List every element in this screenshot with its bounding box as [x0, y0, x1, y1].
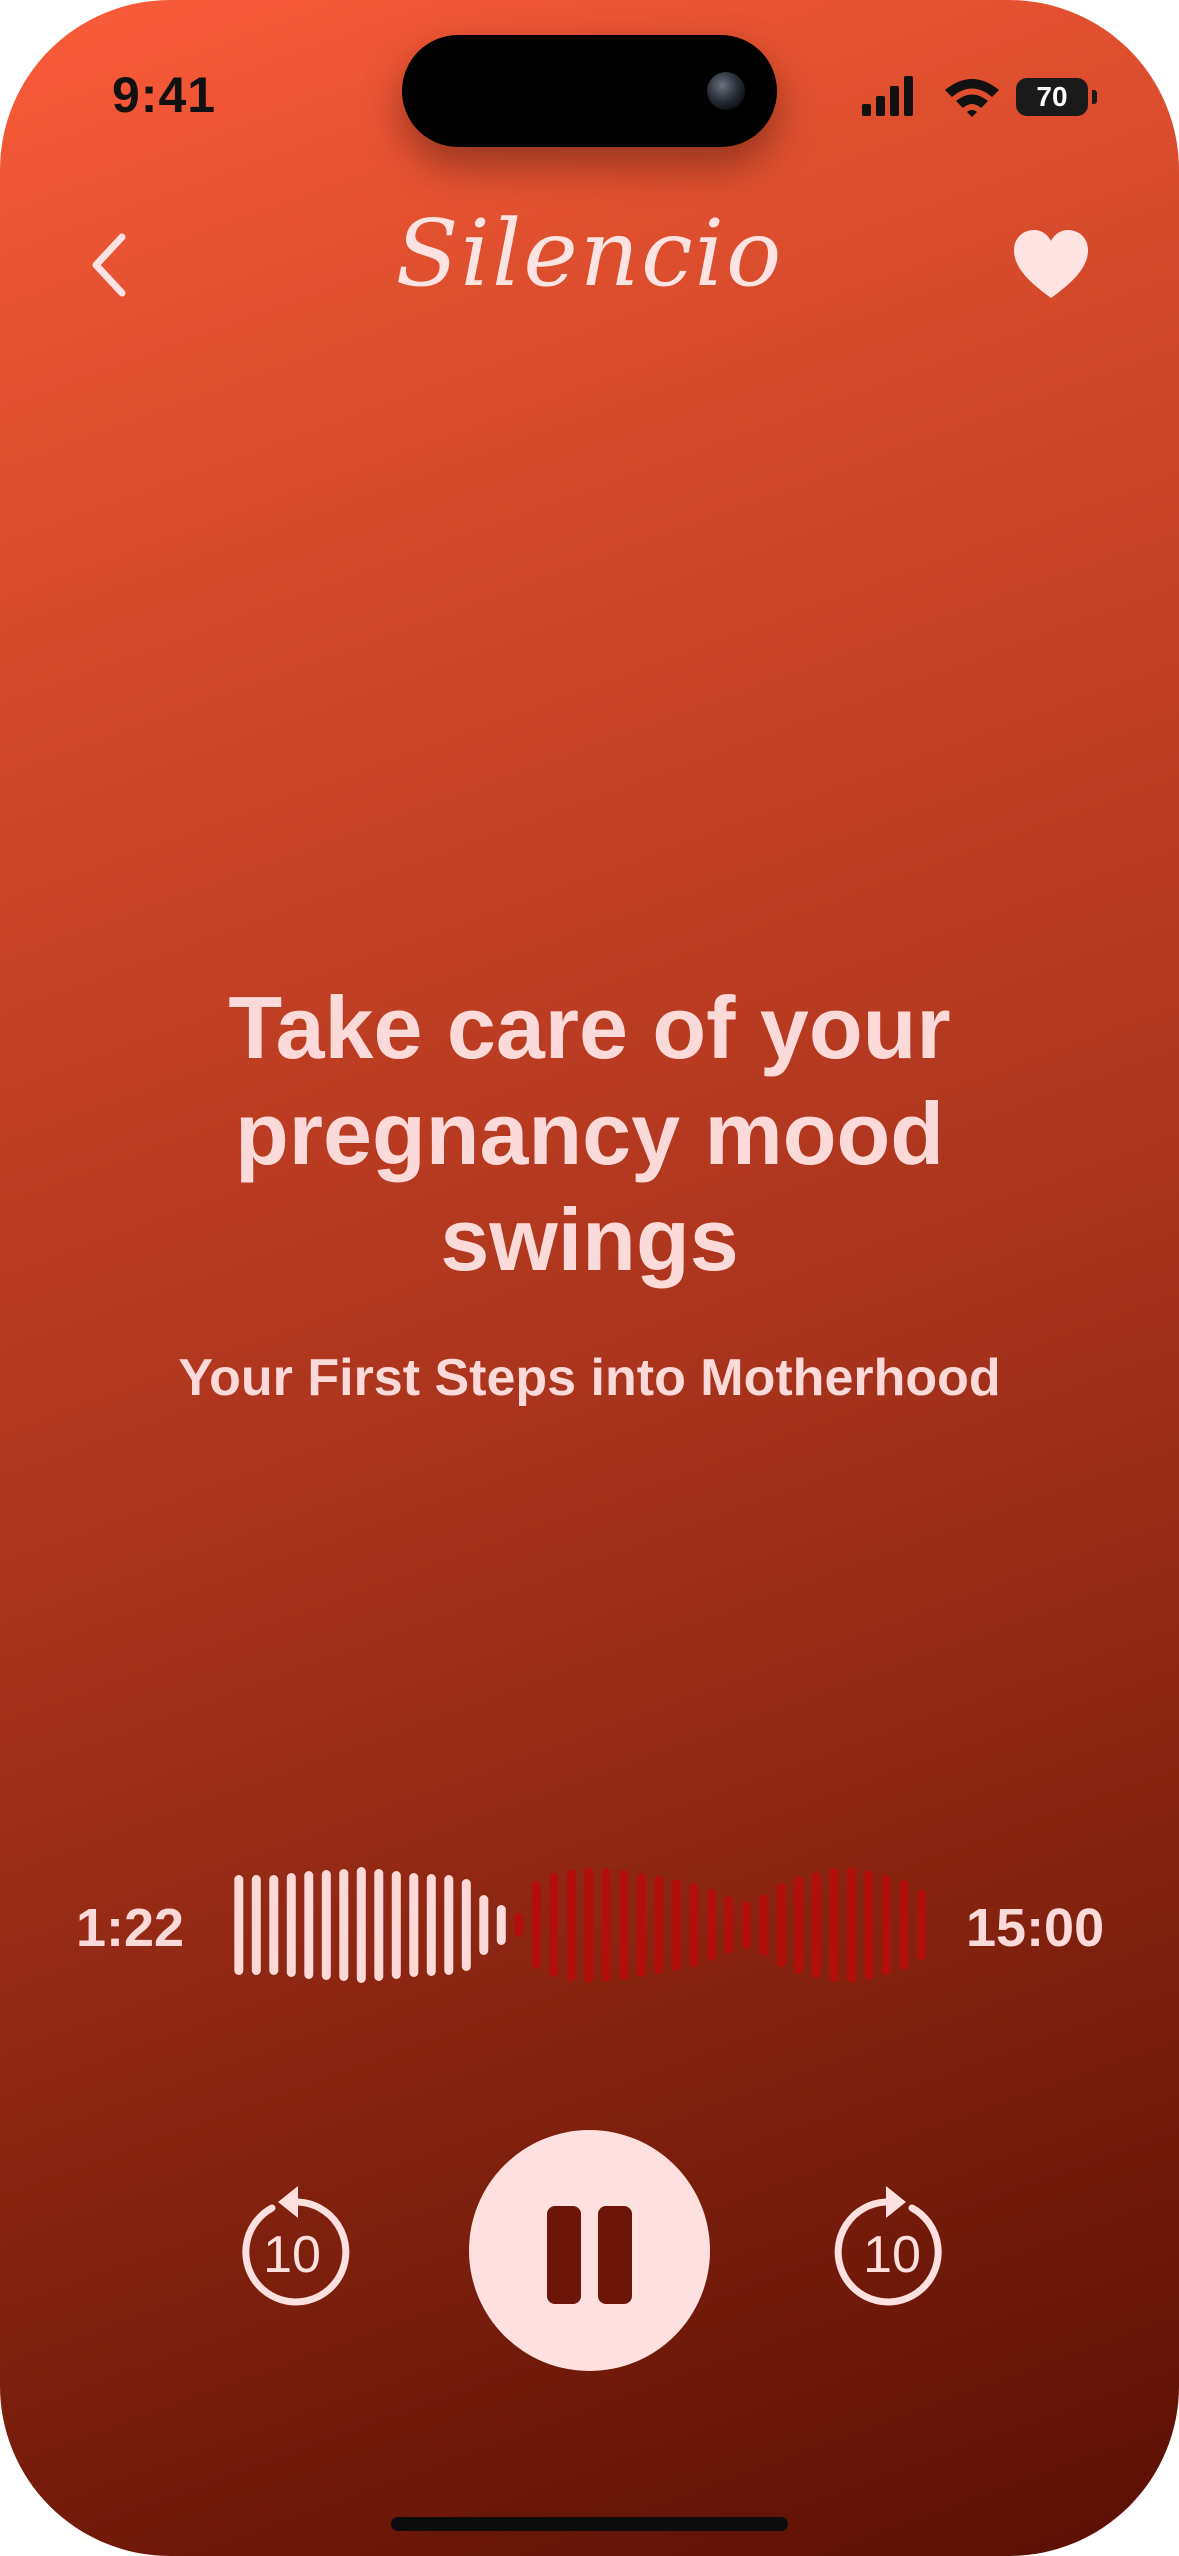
- waveform-scrubber[interactable]: [230, 1860, 930, 1990]
- pause-button[interactable]: [469, 2130, 710, 2371]
- waveform-bar: [496, 1905, 506, 1945]
- forward-10-button[interactable]: 10: [832, 2180, 952, 2310]
- app-title: Silencio: [395, 200, 784, 307]
- dynamic-island: [402, 35, 777, 147]
- waveform-bar: [566, 1869, 576, 1981]
- waveform-bar: [829, 1868, 839, 1982]
- waveform-bar: [479, 1895, 489, 1955]
- waveform-bar: [864, 1870, 874, 1980]
- waveform-bar: [339, 1869, 349, 1981]
- rewind-seconds: 10: [263, 2226, 321, 2284]
- waveform-bar: [619, 1870, 629, 1980]
- waveform-bar: [444, 1875, 454, 1975]
- favorite-button[interactable]: [1012, 228, 1090, 300]
- waveform-bar: [601, 1868, 611, 1982]
- wifi-icon: [945, 79, 999, 117]
- waveform-bar: [689, 1883, 699, 1967]
- battery-nub: [1092, 90, 1097, 104]
- waveform-bar: [356, 1867, 366, 1983]
- waveform-bar: [776, 1883, 786, 1967]
- waveform-bar: [794, 1876, 804, 1974]
- waveform-bar: [391, 1871, 401, 1979]
- waveform-bar: [759, 1894, 769, 1956]
- waveform-bar: [461, 1879, 471, 1971]
- waveform-bar: [251, 1875, 261, 1975]
- waveform-bar: [549, 1873, 559, 1977]
- elapsed-time: 1:22: [76, 1898, 185, 1958]
- track-subtitle: Your First Steps into Motherhood: [178, 1349, 1001, 1407]
- signal-icon: [862, 76, 913, 116]
- waveform-bar: [899, 1880, 909, 1970]
- waveform-bar: [304, 1871, 314, 1979]
- waveform-bar: [234, 1875, 244, 1975]
- pause-icon-left: [547, 2206, 581, 2304]
- waveform-bar: [321, 1870, 331, 1980]
- waveform-bar: [881, 1875, 891, 1975]
- waveform-bar: [286, 1873, 296, 1977]
- waveform-bar: [426, 1874, 436, 1976]
- home-indicator: [391, 2517, 788, 2531]
- waveform-bar: [811, 1872, 821, 1978]
- waveform-bar: [706, 1889, 716, 1961]
- waveform-bar: [846, 1867, 856, 1983]
- waveform-bar: [531, 1881, 541, 1969]
- waveform-bar: [916, 1890, 926, 1960]
- status-time: 9:41: [112, 67, 217, 123]
- camera-icon: [707, 72, 745, 110]
- pause-icon-right: [598, 2206, 632, 2304]
- waveform-bar: [724, 1896, 734, 1954]
- forward-seconds: 10: [863, 2226, 921, 2284]
- waveform-bar: [514, 1913, 524, 1937]
- battery-icon: 70: [1016, 78, 1088, 116]
- waveform-bar: [374, 1869, 384, 1981]
- waveform-bar: [584, 1867, 594, 1983]
- total-time: 15:00: [966, 1898, 1105, 1958]
- waveform-bar: [636, 1873, 646, 1977]
- now-playing-screen: 9:41 70 Silencio Take care of your pregn…: [0, 0, 1179, 2556]
- rewind-10-button[interactable]: 10: [232, 2180, 352, 2310]
- waveform-bar: [409, 1873, 419, 1977]
- waveform-bar: [654, 1876, 664, 1974]
- waveform-bar: [269, 1875, 279, 1975]
- waveform-bar: [741, 1901, 751, 1949]
- waveform-bar: [671, 1879, 681, 1971]
- heart-icon: [1014, 230, 1088, 298]
- track-title: Take care of your pregnancy mood swings: [228, 978, 951, 1289]
